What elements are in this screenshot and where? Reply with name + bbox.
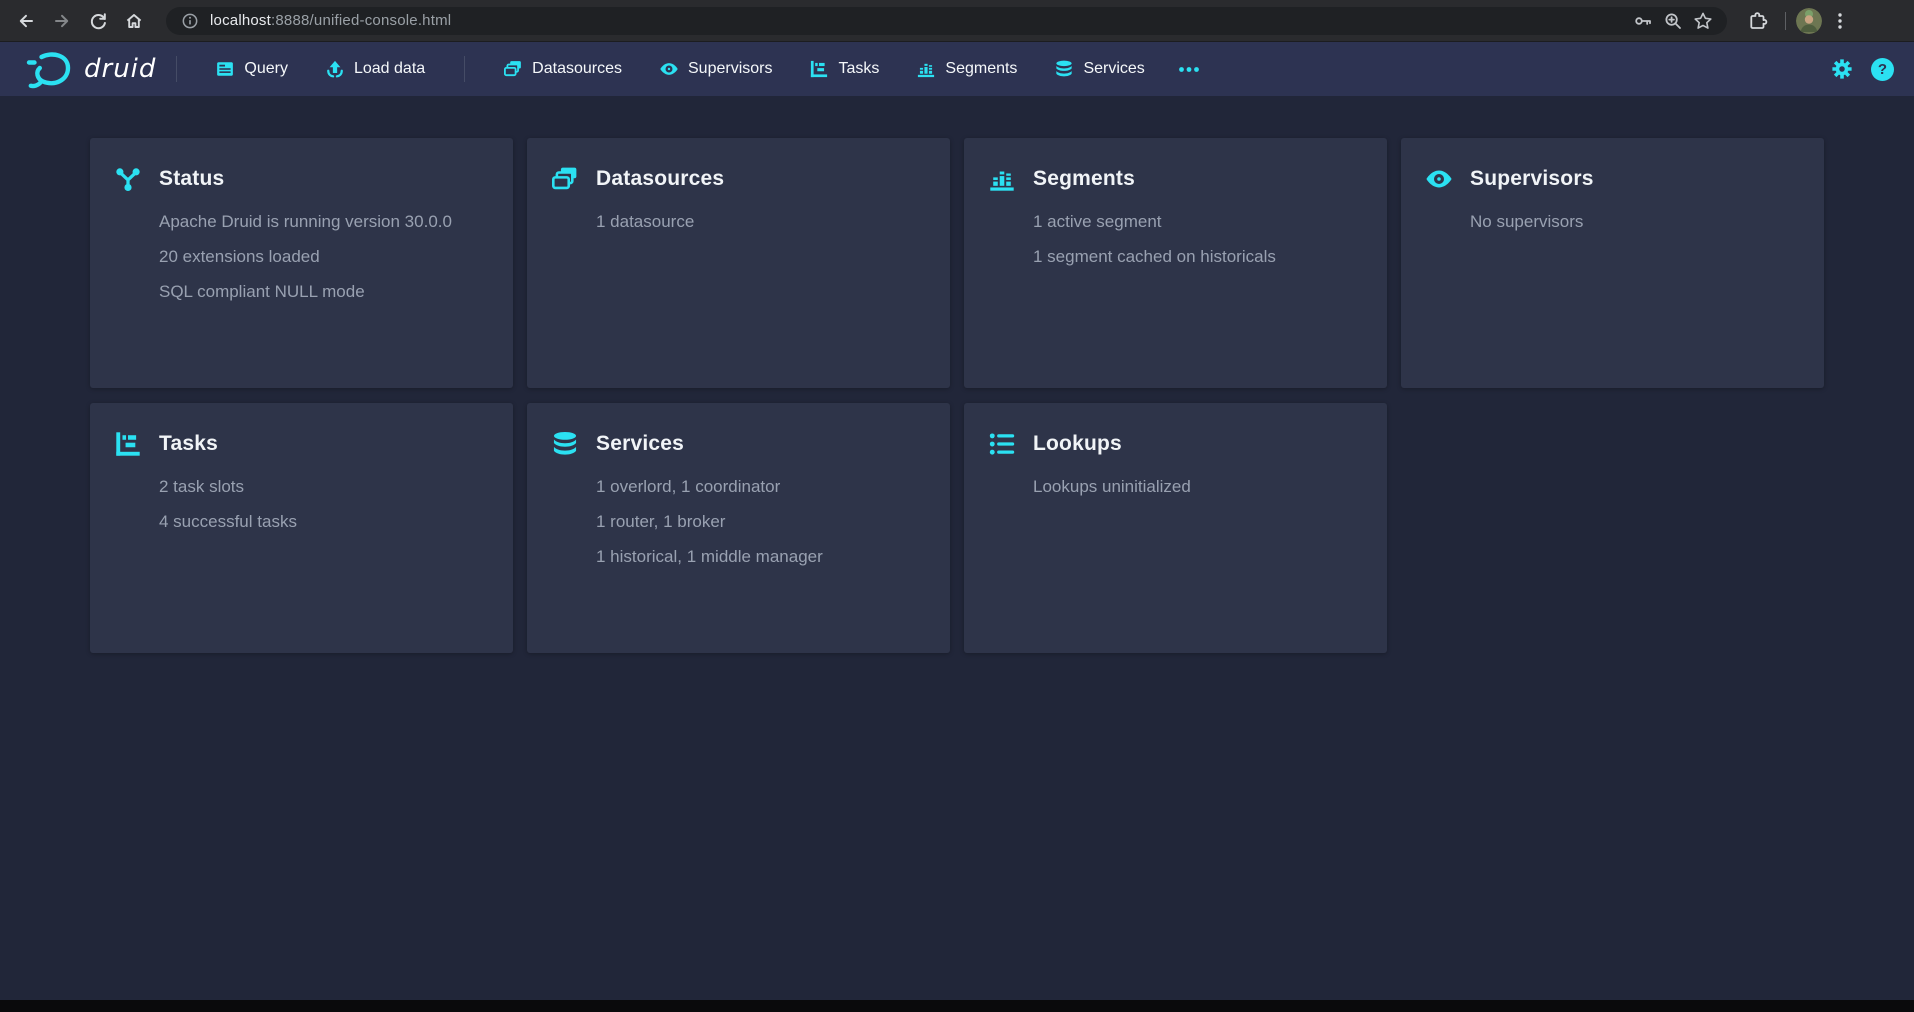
card-title: Datasources <box>596 167 724 191</box>
nav-divider <box>176 56 177 82</box>
back-icon[interactable] <box>8 3 44 39</box>
home-icon[interactable] <box>116 3 152 39</box>
password-key-icon[interactable] <box>1633 11 1653 31</box>
nav-item-tasks[interactable]: Tasks <box>791 52 898 86</box>
druid-navbar: druid Query Load data Datasources Superv… <box>0 42 1914 96</box>
gear-icon <box>1830 57 1854 81</box>
nav-item-datasources[interactable]: Datasources <box>485 52 641 86</box>
brand-wordmark: druid <box>84 54 156 84</box>
help-icon: ? <box>1878 61 1887 78</box>
card-line: 1 active segment <box>1033 204 1367 239</box>
stacked-windows-icon <box>552 166 578 192</box>
reload-icon[interactable] <box>80 3 116 39</box>
card-line: 20 extensions loaded <box>159 239 493 274</box>
application-window-icon <box>216 60 234 78</box>
url-path: :8888/unified-console.html <box>271 12 451 29</box>
druid-logo[interactable]: druid <box>26 49 156 89</box>
nav-item-label: Query <box>244 60 288 78</box>
more-menu-button[interactable] <box>1164 58 1214 81</box>
extensions-puzzle-icon[interactable] <box>1739 3 1775 39</box>
card-segments[interactable]: Segments 1 active segment 1 segment cach… <box>964 138 1387 388</box>
menu-dots-icon[interactable] <box>1822 3 1858 39</box>
card-tasks[interactable]: Tasks 2 task slots 4 successful tasks <box>90 403 513 653</box>
card-datasources[interactable]: Datasources 1 datasource <box>527 138 950 388</box>
gantt-chart-icon <box>115 431 141 457</box>
nav-item-segments[interactable]: Segments <box>898 52 1036 86</box>
card-title: Supervisors <box>1470 167 1594 191</box>
card-supervisors[interactable]: Supervisors No supervisors <box>1401 138 1824 388</box>
help-button[interactable]: ? <box>1871 58 1894 81</box>
profile-avatar[interactable] <box>1796 8 1822 34</box>
network-graph-icon <box>115 166 141 192</box>
bookmark-star-icon[interactable] <box>1693 11 1713 31</box>
database-icon <box>1055 60 1073 78</box>
gantt-chart-icon <box>810 60 828 78</box>
nav-item-load-data[interactable]: Load data <box>307 52 444 86</box>
database-icon <box>552 431 578 457</box>
card-services[interactable]: Services 1 overlord, 1 coordinator 1 rou… <box>527 403 950 653</box>
card-title: Tasks <box>159 432 218 456</box>
nav-item-label: Tasks <box>838 60 879 78</box>
card-line: 1 segment cached on historicals <box>1033 239 1367 274</box>
card-title: Status <box>159 167 224 191</box>
card-title: Services <box>596 432 684 456</box>
url-bar[interactable]: localhost:8888/unified-console.html <box>166 7 1727 35</box>
eye-icon <box>1426 166 1452 192</box>
bar-chart-icon <box>917 60 935 78</box>
site-info-icon[interactable] <box>180 11 200 31</box>
card-line: 1 datasource <box>596 204 930 239</box>
card-status[interactable]: Status Apache Druid is running version 3… <box>90 138 513 388</box>
druid-swirl-icon <box>26 49 72 89</box>
nav-item-label: Datasources <box>532 60 622 78</box>
nav-item-label: Supervisors <box>688 60 772 78</box>
nav-divider <box>464 56 465 82</box>
upload-arrow-icon <box>326 60 344 78</box>
card-line: 2 task slots <box>159 469 493 504</box>
card-line: 4 successful tasks <box>159 504 493 539</box>
bulleted-list-icon <box>989 431 1015 457</box>
card-line: Apache Druid is running version 30.0.0 <box>159 204 493 239</box>
nav-item-label: Load data <box>354 60 425 78</box>
card-line: No supervisors <box>1470 204 1804 239</box>
card-title: Segments <box>1033 167 1135 191</box>
card-title: Lookups <box>1033 432 1122 456</box>
nav-item-label: Segments <box>945 60 1017 78</box>
card-line: 1 overlord, 1 coordinator <box>596 469 930 504</box>
zoom-in-icon[interactable] <box>1663 11 1683 31</box>
nav-item-services[interactable]: Services <box>1036 52 1163 86</box>
settings-button[interactable] <box>1829 56 1855 82</box>
window-edge <box>0 1000 1914 1012</box>
browser-toolbar: localhost:8888/unified-console.html <box>0 0 1914 42</box>
forward-icon[interactable] <box>44 3 80 39</box>
toolbar-separator <box>1785 12 1786 30</box>
card-line: Lookups uninitialized <box>1033 469 1367 504</box>
nav-item-supervisors[interactable]: Supervisors <box>641 52 791 86</box>
ellipsis-icon <box>1178 66 1200 73</box>
nav-item-label: Services <box>1083 60 1144 78</box>
url-host: localhost <box>210 12 271 29</box>
stacked-windows-icon <box>504 60 522 78</box>
card-line: 1 historical, 1 middle manager <box>596 539 930 574</box>
eye-icon <box>660 60 678 78</box>
bar-chart-icon <box>989 166 1015 192</box>
home-cards-grid: Status Apache Druid is running version 3… <box>90 138 1830 653</box>
card-line: SQL compliant NULL mode <box>159 274 493 309</box>
nav-item-query[interactable]: Query <box>197 52 307 86</box>
card-line: 1 router, 1 broker <box>596 504 930 539</box>
card-lookups[interactable]: Lookups Lookups uninitialized <box>964 403 1387 653</box>
url-text[interactable]: localhost:8888/unified-console.html <box>210 12 1615 29</box>
